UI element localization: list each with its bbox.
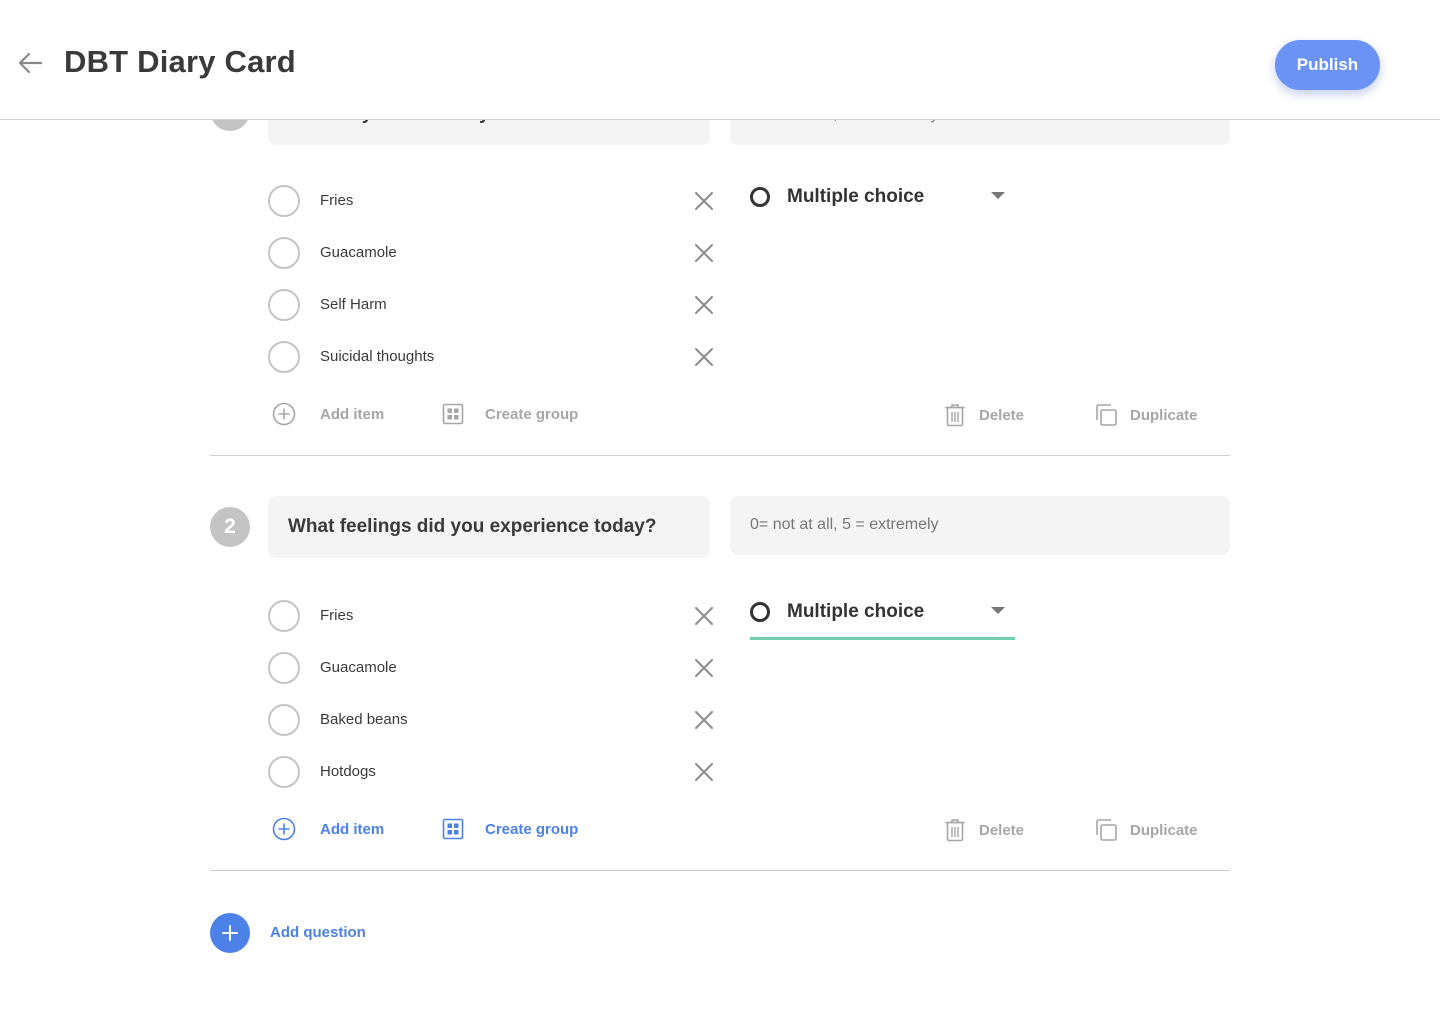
delete-label: Delete: [979, 822, 1025, 839]
chevron-down-icon: [991, 192, 1005, 199]
close-icon[interactable]: [694, 710, 714, 730]
question-type-select[interactable]: Multiple choice: [750, 184, 1015, 230]
question-title-field[interactable]: What feelings did you experience today?: [268, 496, 710, 558]
trash-icon: [945, 404, 965, 427]
option-label[interactable]: Fries: [320, 607, 353, 624]
divider: [210, 455, 1230, 456]
option-row: Fries: [268, 599, 718, 633]
plus-circle-icon: [272, 817, 296, 841]
chevron-down-icon: [991, 607, 1005, 614]
delete-button[interactable]: Delete: [942, 402, 1032, 428]
add-question-label[interactable]: Add question: [270, 924, 366, 941]
create-group-button[interactable]: Create group: [440, 401, 580, 427]
radio-circle-icon: [268, 600, 300, 632]
page-title: DBT Diary Card: [64, 44, 296, 79]
divider: [210, 870, 1230, 871]
radio-circle-icon: [268, 704, 300, 736]
question-number: 2: [210, 507, 250, 547]
option-label[interactable]: Hotdogs: [320, 763, 376, 780]
radio-circle-icon: [268, 652, 300, 684]
grid-icon: [442, 403, 464, 425]
option-row: Baked beans: [268, 703, 718, 737]
duplicate-button[interactable]: Duplicate: [1093, 402, 1203, 428]
plus-icon: [222, 925, 238, 941]
radio-circle-icon: [268, 756, 300, 788]
add-item-button[interactable]: Add item: [271, 816, 391, 842]
publish-button[interactable]: Publish: [1275, 40, 1380, 90]
duplicate-label: Duplicate: [1130, 407, 1198, 424]
close-icon[interactable]: [694, 658, 714, 678]
close-icon[interactable]: [694, 762, 714, 782]
add-item-button[interactable]: Add item: [271, 401, 391, 427]
create-group-button[interactable]: Create group: [440, 816, 580, 842]
radio-circle-icon: [268, 237, 300, 269]
option-label[interactable]: Suicidal thoughts: [320, 348, 434, 365]
add-question-button[interactable]: [210, 913, 250, 953]
create-group-label: Create group: [485, 821, 579, 838]
option-row: Hotdogs: [268, 755, 718, 789]
option-row: Self Harm: [268, 288, 718, 322]
option-label[interactable]: Guacamole: [320, 244, 397, 261]
close-icon[interactable]: [694, 295, 714, 315]
trash-icon: [945, 819, 965, 842]
option-label[interactable]: Baked beans: [320, 711, 408, 728]
question-type-label: Multiple choice: [787, 186, 925, 207]
option-row: Fries: [268, 184, 718, 218]
create-group-label: Create group: [485, 406, 579, 423]
radio-type-icon: [750, 187, 770, 207]
close-icon[interactable]: [694, 243, 714, 263]
radio-type-icon: [750, 602, 770, 622]
duplicate-button[interactable]: Duplicate: [1093, 817, 1203, 843]
option-label[interactable]: Guacamole: [320, 659, 397, 676]
grid-icon: [442, 818, 464, 840]
option-row: Guacamole: [268, 651, 718, 685]
arrow-left-icon[interactable]: [17, 48, 45, 78]
option-label[interactable]: Self Harm: [320, 296, 387, 313]
close-icon[interactable]: [694, 606, 714, 626]
add-item-label: Add item: [320, 821, 385, 838]
option-row: Suicidal thoughts: [268, 340, 718, 374]
delete-button[interactable]: Delete: [942, 817, 1032, 843]
radio-circle-icon: [268, 185, 300, 217]
question-type-select[interactable]: Multiple choice: [750, 599, 1015, 640]
radio-circle-icon: [268, 289, 300, 321]
option-label[interactable]: Fries: [320, 192, 353, 209]
plus-circle-icon: [272, 402, 296, 426]
question-type-label: Multiple choice: [787, 601, 925, 622]
duplicate-label: Duplicate: [1130, 822, 1198, 839]
copy-icon: [1096, 819, 1117, 841]
copy-icon: [1096, 404, 1117, 426]
close-icon[interactable]: [694, 347, 714, 367]
add-item-label: Add item: [320, 406, 385, 423]
radio-circle-icon: [268, 341, 300, 373]
delete-label: Delete: [979, 407, 1025, 424]
top-bar: DBT Diary Card Publish: [0, 0, 1440, 120]
question-description-field[interactable]: 0= not at all, 5 = extremely: [730, 496, 1230, 555]
close-icon[interactable]: [694, 191, 714, 211]
option-row: Guacamole: [268, 236, 718, 270]
